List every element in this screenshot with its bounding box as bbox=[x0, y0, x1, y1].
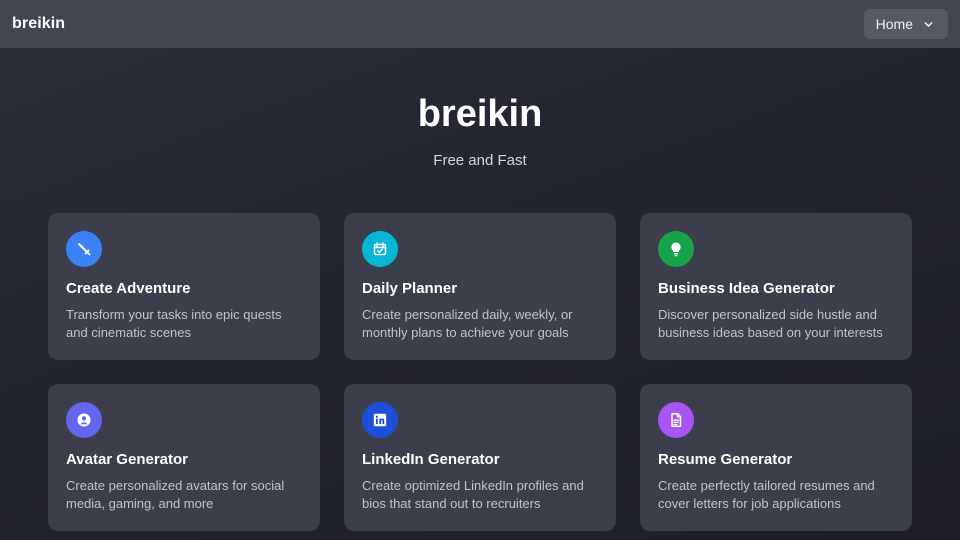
card-title: LinkedIn Generator bbox=[362, 451, 500, 468]
card-title: Avatar Generator bbox=[66, 451, 188, 468]
card-title: Create Adventure bbox=[66, 280, 191, 297]
calendar-check-icon bbox=[373, 242, 387, 256]
card-description: Create personalized avatars for social m… bbox=[66, 478, 285, 511]
brand-logo[interactable]: breikin bbox=[12, 15, 65, 33]
card-resume-generator[interactable]: Resume Generator Create perfectly tailor… bbox=[640, 384, 912, 531]
card-title: Daily Planner bbox=[362, 280, 458, 297]
user-circle-icon bbox=[77, 413, 91, 427]
hero: breikin Free and Fast bbox=[0, 88, 960, 169]
card-create-adventure[interactable]: Create Adventure Transform your tasks in… bbox=[48, 213, 320, 360]
document-icon bbox=[671, 413, 682, 427]
card-icon-badge bbox=[658, 231, 694, 267]
card-icon-badge bbox=[362, 402, 398, 438]
tool-grid: Create Adventure Transform your tasks in… bbox=[48, 213, 912, 531]
card-title: Resume Generator bbox=[658, 451, 793, 468]
card-icon-badge bbox=[66, 402, 102, 438]
card-icon-badge bbox=[66, 231, 102, 267]
lightbulb-icon bbox=[671, 242, 681, 257]
card-icon-badge bbox=[658, 402, 694, 438]
card-daily-planner[interactable]: Daily Planner Create personalized daily,… bbox=[344, 213, 616, 360]
card-description: Create personalized daily, weekly, or mo… bbox=[362, 307, 573, 340]
card-description: Create perfectly tailored resumes and co… bbox=[658, 478, 875, 511]
card-avatar-generator[interactable]: Avatar Generator Create personalized ava… bbox=[48, 384, 320, 531]
linkedin-icon bbox=[373, 413, 387, 427]
page-select-value: Home bbox=[875, 16, 913, 32]
page-title: breikin bbox=[417, 93, 543, 135]
navbar: breikin Home bbox=[0, 0, 960, 48]
card-business-idea-generator[interactable]: Business Idea Generator Discover persona… bbox=[640, 213, 912, 360]
card-description: Discover personalized side hustle and bu… bbox=[658, 307, 883, 340]
card-description: Create optimized LinkedIn profiles and b… bbox=[362, 478, 584, 511]
page-subtitle: Free and Fast bbox=[433, 152, 527, 169]
page-select-dropdown[interactable]: Home bbox=[863, 9, 948, 39]
sword-icon bbox=[78, 243, 91, 256]
card-title: Business Idea Generator bbox=[658, 280, 835, 297]
card-linkedin-generator[interactable]: LinkedIn Generator Create optimized Link… bbox=[344, 384, 616, 531]
card-description: Transform your tasks into epic quests an… bbox=[66, 307, 282, 340]
chevron-down-icon bbox=[924, 21, 933, 27]
card-icon-badge bbox=[362, 231, 398, 267]
